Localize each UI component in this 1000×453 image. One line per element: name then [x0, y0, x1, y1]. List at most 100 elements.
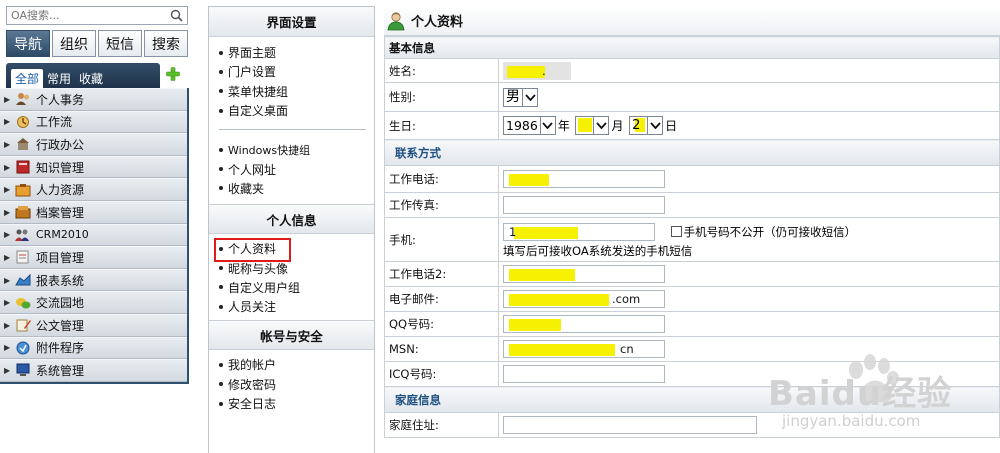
- menu-item-change-password[interactable]: 修改密码: [219, 375, 374, 394]
- hide-mobile-checkbox[interactable]: [670, 226, 682, 237]
- work-phone-field[interactable]: [503, 170, 665, 188]
- ui-settings-list: 界面主题 门户设置 菜单快捷组 自定义桌面: [209, 37, 374, 120]
- redaction-highlight: [514, 226, 578, 239]
- nav-item-attachments[interactable]: ▶ 附件程序: [0, 336, 187, 360]
- menu-item-shortcut-group[interactable]: 菜单快捷组: [219, 82, 374, 101]
- nav-item-admin-office[interactable]: ▶ 行政办公: [0, 133, 187, 156]
- bullet-icon: [219, 362, 223, 367]
- personal-info-list: 个人资料 昵称与头像 自定义用户组 人员关注: [209, 234, 374, 316]
- nav-item-personal-affairs[interactable]: ▶ 个人事务: [0, 88, 187, 111]
- redaction-highlight: [507, 65, 545, 78]
- name-field[interactable]: .: [503, 61, 571, 80]
- menu-item-security-log[interactable]: 安全日志: [219, 394, 374, 413]
- tab-sms[interactable]: 短信: [98, 30, 142, 57]
- gender-select[interactable]: 男: [503, 87, 538, 107]
- day-unit: 日: [665, 119, 678, 133]
- redaction-highlight: [509, 269, 575, 281]
- bullet-icon: [219, 401, 223, 406]
- icq-field[interactable]: [503, 365, 665, 383]
- menu-item-personal-url[interactable]: 个人网址: [219, 159, 374, 178]
- nav-item-exchange[interactable]: ▶ 交流园地: [0, 291, 187, 314]
- mobile-field[interactable]: 1: [503, 222, 655, 241]
- nav-item-hr[interactable]: ▶ 人力资源: [0, 178, 187, 201]
- family-header: 家庭信息: [384, 386, 1000, 413]
- email-value: .com: [612, 292, 641, 306]
- nav-item-report[interactable]: ▶ 报表系统: [0, 268, 187, 292]
- nav-item-project[interactable]: ▶ 项目管理: [0, 246, 187, 269]
- nav-item-archive[interactable]: ▶ 档案管理: [0, 200, 187, 224]
- menu-item-my-account[interactable]: 我的帐户: [219, 355, 374, 374]
- bullet-icon: [219, 69, 223, 74]
- work-phone2-field[interactable]: [503, 265, 665, 283]
- qq-label: QQ号码:: [384, 311, 499, 337]
- bullet-icon: [219, 304, 223, 309]
- nav-item-official-docs[interactable]: ▶ 公文管理: [0, 313, 187, 337]
- profile-header: 个人资料: [384, 6, 1000, 36]
- menu-label: 收藏夹: [228, 181, 265, 196]
- tab-org[interactable]: 组织: [52, 30, 96, 57]
- nav-item-system[interactable]: ▶ 系统管理: [0, 359, 187, 382]
- settings-menu: 界面设置 界面主题 门户设置 菜单快捷组 自定义桌面 Windows快捷组 个人…: [208, 6, 375, 453]
- menu-label: 安全日志: [228, 397, 277, 411]
- nav-label: 工作流: [36, 115, 73, 130]
- chevron-down-icon: [522, 88, 537, 106]
- birth-day-value: 2: [630, 117, 647, 134]
- menu-label: 自定义用户组: [228, 280, 301, 295]
- gender-label: 性别:: [384, 82, 499, 112]
- tab-search[interactable]: 搜索: [144, 30, 188, 57]
- email-field[interactable]: .com: [503, 290, 665, 308]
- menu-item-custom-desktop[interactable]: 自定义桌面: [219, 101, 374, 120]
- home-address-field[interactable]: [503, 416, 757, 434]
- search-icon[interactable]: [170, 9, 183, 22]
- menu-item-profile[interactable]: 个人资料: [214, 238, 374, 263]
- birthday-label: 生日:: [384, 111, 499, 140]
- menu-item-portal[interactable]: 门户设置: [219, 62, 374, 81]
- birth-month-select[interactable]: [575, 116, 610, 135]
- menu-item-theme[interactable]: 界面主题: [219, 43, 374, 62]
- work-fax-field[interactable]: [503, 196, 665, 214]
- gender-cell: 男: [498, 82, 1000, 112]
- year-unit: 年: [557, 119, 570, 133]
- subtab-favorites[interactable]: 收藏: [75, 69, 107, 88]
- nav-item-workflow[interactable]: ▶ 工作流: [0, 110, 187, 134]
- account-security-list: 我的帐户 修改密码 安全日志: [209, 350, 374, 413]
- name-cell: .: [498, 58, 1000, 83]
- tab-nav[interactable]: 导航: [6, 30, 50, 57]
- main-tabs: 导航 组织 短信 搜索: [6, 30, 188, 57]
- add-icon[interactable]: [166, 67, 180, 81]
- qq-field[interactable]: [503, 315, 665, 333]
- nav-item-knowledge[interactable]: ▶ 知识管理: [0, 155, 187, 179]
- basic-info-header-row: 基本信息: [384, 36, 1000, 59]
- form-row: 电子邮件: .com: [384, 286, 1000, 312]
- birth-year-select[interactable]: 1986: [503, 116, 556, 135]
- user-icon: [387, 11, 405, 30]
- work-phone2-cell: [498, 261, 1000, 287]
- ui-settings-list-2: Windows快捷组 个人网址 收藏夹: [209, 140, 374, 198]
- mobile-label: 手机:: [384, 217, 499, 262]
- nav-item-crm[interactable]: ▶ CRM2010: [0, 223, 187, 247]
- menu-item-favorites[interactable]: 收藏夹: [219, 179, 374, 198]
- redaction-highlight: [509, 344, 615, 356]
- attachment-icon: [16, 341, 30, 355]
- home-address-label: 家庭住址:: [384, 412, 499, 438]
- birth-day-select[interactable]: 2: [629, 116, 664, 135]
- expand-arrow-icon: ▶: [4, 185, 11, 195]
- menu-item-windows-shortcut[interactable]: Windows快捷组: [219, 140, 374, 159]
- subtab-all[interactable]: 全部: [11, 69, 44, 88]
- form-row: 性别: 男: [384, 82, 1000, 112]
- gender-value: 男: [506, 88, 520, 105]
- account-security-title: 帐号与安全: [209, 320, 374, 351]
- search-input[interactable]: [7, 7, 167, 24]
- email-label: 电子邮件:: [384, 286, 499, 312]
- menu-item-following[interactable]: 人员关注: [219, 297, 374, 316]
- menu-item-custom-user-group[interactable]: 自定义用户组: [219, 278, 374, 297]
- nav-label: 附件程序: [36, 341, 85, 356]
- form-row: 手机: 1 手机号码不公开（仍可接收短信） 填写后可接收OA系统发送的手机短信: [384, 217, 1000, 262]
- nav-label: 公文管理: [36, 318, 85, 333]
- redaction-highlight: [509, 319, 561, 331]
- subtab-common[interactable]: 常用: [43, 69, 75, 88]
- menu-label: Windows快捷组: [228, 143, 311, 157]
- msn-cell: cn: [498, 336, 1000, 362]
- mobile-value: 1: [509, 224, 517, 239]
- msn-field[interactable]: cn: [503, 340, 665, 358]
